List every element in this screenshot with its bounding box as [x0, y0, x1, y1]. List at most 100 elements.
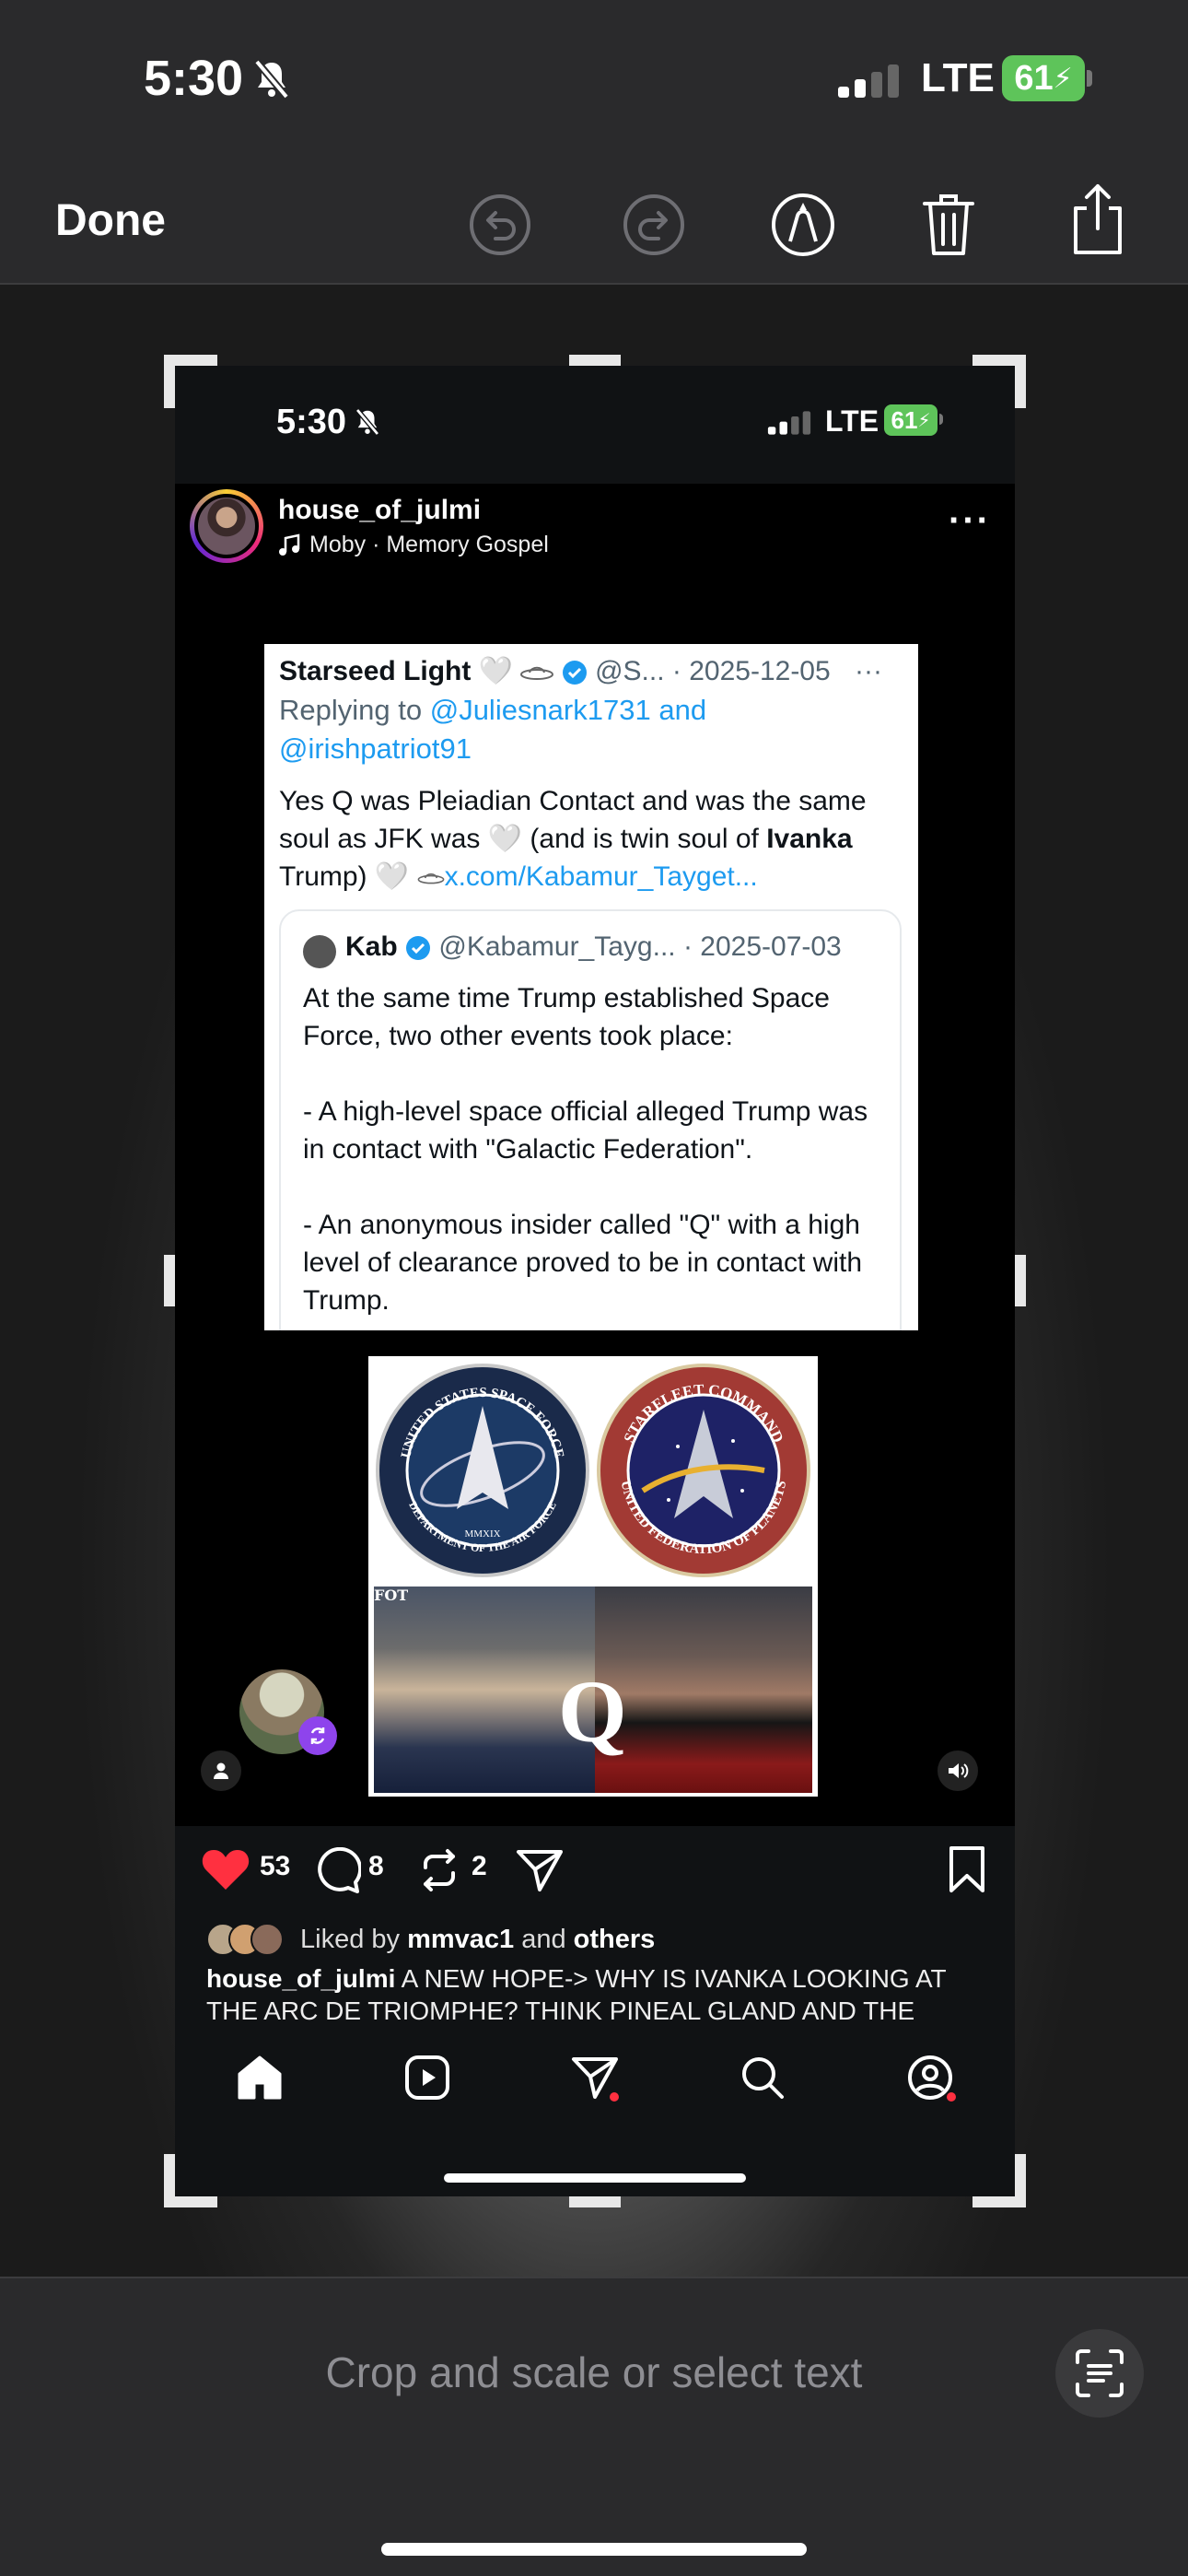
battery-tip: [1087, 70, 1092, 87]
replying-handle-1: @Juliesnark1731: [429, 694, 651, 726]
tweet-header: Starseed Light 🤍 @S... · 2025-12-05 ···: [279, 655, 882, 687]
tab-reels[interactable]: [400, 2050, 455, 2105]
inner-charging-bolt-icon: ⚡: [917, 410, 931, 431]
crop-handle-bottom-edge[interactable]: [569, 2196, 621, 2207]
share-post-button[interactable]: [516, 1847, 564, 1893]
repost-count[interactable]: 2: [472, 1851, 487, 1882]
redo-button[interactable]: [617, 188, 691, 262]
share-icon: [1074, 184, 1122, 254]
home-indicator: [381, 2543, 807, 2556]
inner-network-type: LTE: [825, 404, 879, 438]
repost-button[interactable]: [416, 1847, 462, 1893]
like-count[interactable]: 53: [260, 1851, 290, 1882]
caption-username[interactable]: house_of_julmi: [206, 1964, 395, 1993]
network-type: LTE: [921, 55, 995, 100]
crop-handle-bottom-right[interactable]: [1015, 2154, 1026, 2207]
messages-notification-dot: [610, 2092, 619, 2102]
ufo-icon-inline: [417, 871, 445, 885]
delete-button[interactable]: [912, 188, 985, 262]
tweet-body: Yes Q was Pleiadian Contact and was the …: [279, 782, 914, 896]
inner-battery-level: 61: [891, 405, 918, 434]
crop-hint-text: Crop and scale or select text: [325, 2348, 863, 2396]
charging-bolt-icon: ⚡: [1053, 63, 1073, 94]
replying-handle-2: @irishpatriot91: [279, 732, 472, 765]
replying-and: and: [650, 694, 707, 726]
profile-notification-dot: [947, 2092, 956, 2102]
quote-avatar: [303, 935, 336, 968]
editor-toolbar: [0, 166, 1188, 284]
like-button[interactable]: [201, 1847, 250, 1891]
fot-label: FOT: [374, 1587, 409, 1604]
quote-header: Kab @Kabamur_Tayg... · 2025-07-03: [345, 931, 842, 963]
liked-by-user[interactable]: mmvac1: [407, 1925, 514, 1954]
tab-home[interactable]: [232, 2050, 287, 2105]
liked-by-prefix: Liked by: [300, 1925, 408, 1954]
battery-indicator: 61 ⚡: [1002, 55, 1085, 101]
liked-by-text[interactable]: Liked by mmvac1 and others: [300, 1925, 655, 1955]
repost-icon: [424, 1849, 455, 1891]
comment-button[interactable]: [315, 1847, 361, 1893]
crop-handle-left-edge[interactable]: [164, 1255, 175, 1306]
space-force-seal: UNITED STATES SPACE FORCE DEPARTMENT OF …: [374, 1362, 591, 1579]
crop-handle-top-right[interactable]: [1015, 355, 1026, 408]
avatar[interactable]: [194, 494, 259, 558]
replying-to: Replying to @Juliesnark1731 and: [279, 694, 706, 727]
post-caption[interactable]: house_of_julmi A NEW HOPE-> WHY IS IVANK…: [206, 1962, 998, 2027]
tab-profile[interactable]: [903, 2050, 958, 2105]
volume-button[interactable]: [938, 1751, 978, 1791]
battery-level: 61: [1014, 58, 1054, 98]
tagged-users-button[interactable]: [201, 1751, 241, 1791]
tweet-handle-date: @S... · 2025-12-05: [595, 656, 831, 686]
done-button[interactable]: Done: [55, 195, 166, 246]
quote-author: Kab: [345, 931, 398, 962]
redo-icon: [623, 194, 684, 255]
post-audio-track[interactable]: Moby · Memory Gospel: [309, 532, 549, 558]
share-button[interactable]: [1061, 182, 1135, 256]
quoted-tweet: Kab @Kabamur_Tayg... · 2025-07-03 At the…: [279, 909, 902, 1330]
quote-body: At the same time Trump established Space…: [303, 979, 892, 1319]
crop-handle-bottom-left[interactable]: [164, 2154, 175, 2207]
undo-icon: [470, 194, 530, 255]
bottom-divider: [0, 2277, 1188, 2278]
liked-by-avatars[interactable]: [206, 1923, 295, 1958]
starfleet-command-seal: STARFLEET COMMAND UNITED FEDERATION OF P…: [595, 1362, 812, 1579]
tweet-body-text-2: Trump) 🤍: [279, 861, 417, 892]
speaker-icon: [949, 1763, 969, 1778]
music-note-icon: [278, 533, 302, 557]
crop-handle-top-edge[interactable]: [569, 355, 621, 366]
inner-silent-mode-icon: [355, 408, 379, 436]
cellular-signal-icon: [836, 63, 901, 100]
crop-handle-right-edge[interactable]: [1015, 1255, 1026, 1306]
comment-bubble-icon: [318, 1847, 361, 1893]
comment-count[interactable]: 8: [368, 1851, 384, 1882]
save-post-button[interactable]: [947, 1845, 987, 1893]
character-photo-2: [595, 1587, 812, 1793]
live-text-icon: [1076, 2349, 1124, 2397]
tab-search[interactable]: [735, 2050, 790, 2105]
screenshot-preview[interactable]: 5:30 LTE 61 ⚡ house_of_julmi Moby · Memor…: [175, 366, 1015, 2196]
tab-messages[interactable]: [567, 2050, 623, 2105]
quote-handle-date: @Kabamur_Tayg... · 2025-07-03: [438, 931, 842, 962]
person-icon: [214, 1762, 228, 1779]
trash-icon: [923, 194, 974, 255]
crop-handle-top-left[interactable]: [164, 355, 175, 408]
undo-button[interactable]: [463, 188, 537, 262]
inner-cellular-signal-icon: [766, 410, 812, 436]
replying-prefix: Replying to: [279, 694, 430, 726]
liked-by-and: and: [514, 1925, 574, 1954]
post-more-button[interactable]: ···: [949, 502, 991, 539]
quote-paragraph-2: - A high-level space official alleged Tr…: [303, 1096, 868, 1165]
liked-by-others[interactable]: others: [574, 1925, 656, 1954]
post-username[interactable]: house_of_julmi: [278, 495, 481, 526]
tweet-author: Starseed Light 🤍: [279, 656, 514, 686]
live-text-button[interactable]: [1055, 2329, 1144, 2418]
ufo-icon: [520, 663, 554, 682]
heart-icon: [202, 1850, 250, 1890]
image-collage: UNITED STATES SPACE FORCE DEPARTMENT OF …: [368, 1356, 818, 1797]
tweet-link: x.com/Kabamur_Tayget...: [444, 861, 758, 892]
search-icon: [742, 2057, 784, 2099]
seal1-year: MMXIX: [464, 1528, 500, 1540]
markup-pen-icon: [772, 193, 834, 256]
markup-button[interactable]: [766, 188, 840, 262]
status-time: 5:30: [144, 51, 244, 106]
